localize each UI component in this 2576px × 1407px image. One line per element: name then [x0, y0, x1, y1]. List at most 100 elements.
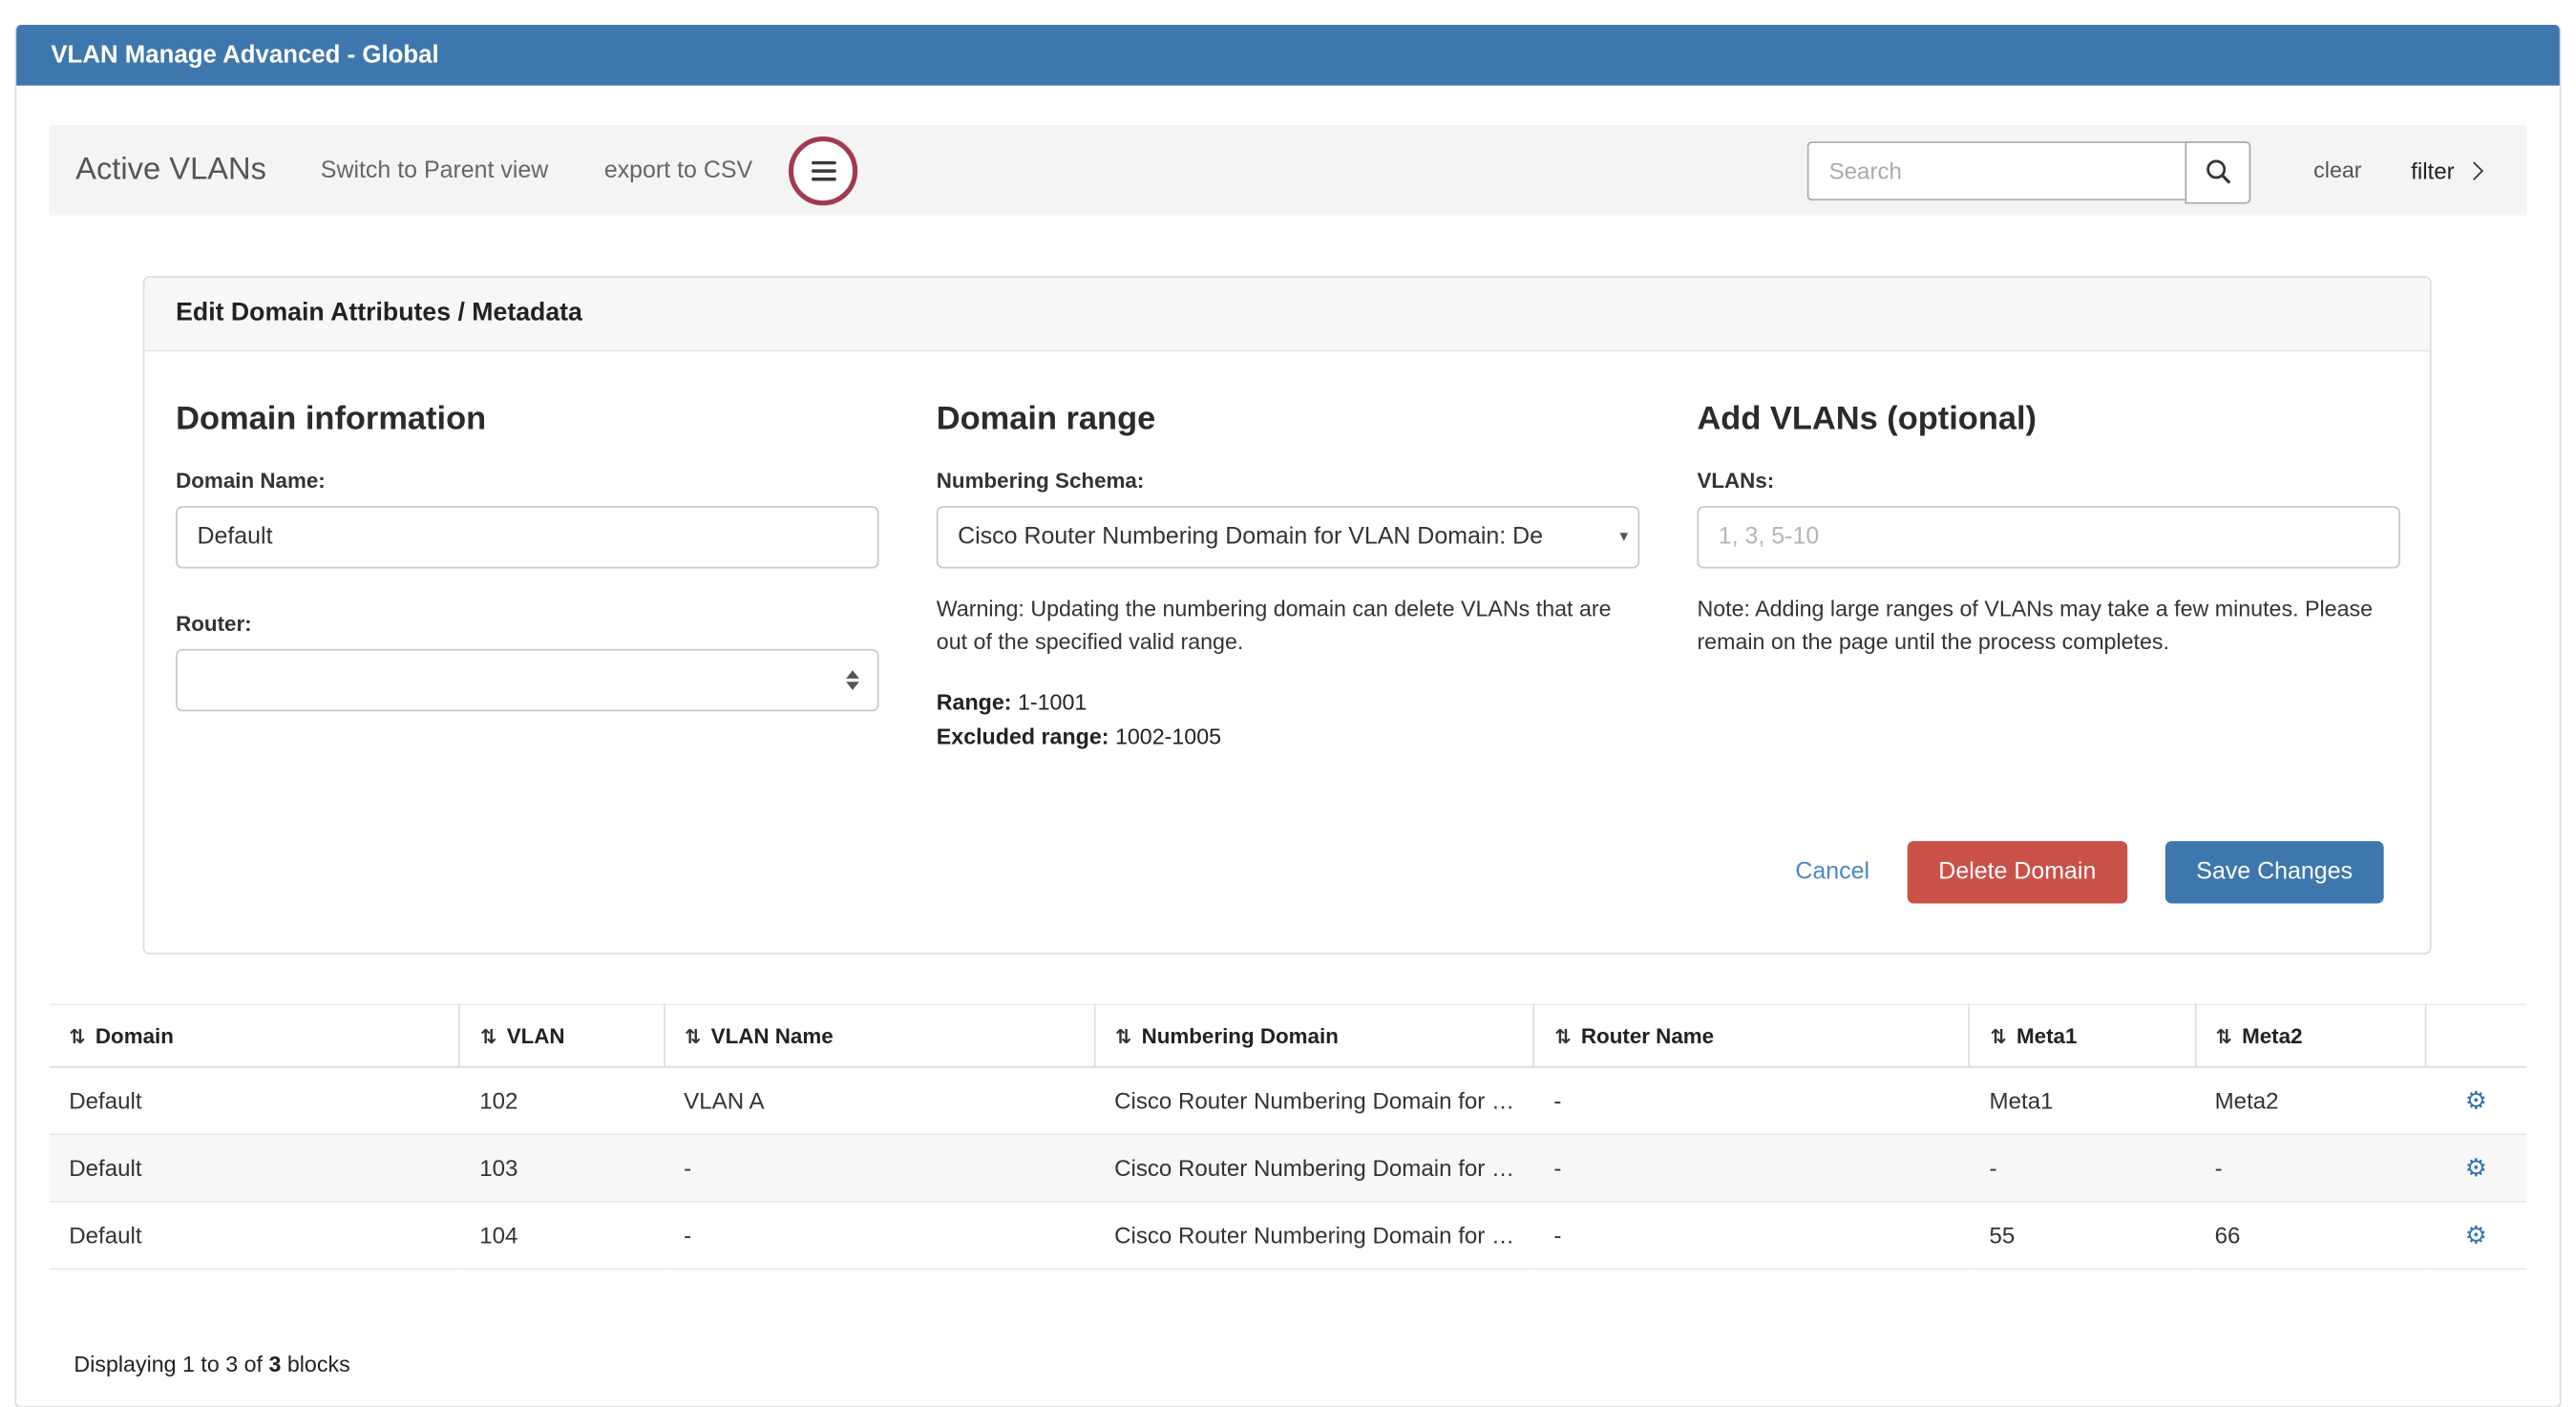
- card-body: Active VLANs Switch to Parent view expor…: [16, 86, 2560, 1406]
- column-label: Numbering Domain: [1142, 1023, 1339, 1048]
- export-to-csv-link[interactable]: export to CSV: [604, 158, 752, 184]
- cell-meta2: -: [2195, 1134, 2425, 1202]
- cell-numbering-domain: Cisco Router Numbering Domain for …: [1094, 1201, 1533, 1269]
- numbering-warning-text: Warning: Updating the numbering domain c…: [937, 593, 1639, 660]
- page-title: Active VLANs: [75, 152, 266, 188]
- cell-numbering-domain: Cisco Router Numbering Domain for …: [1094, 1134, 1533, 1202]
- cell-domain: Default: [50, 1201, 460, 1269]
- numbering-schema-select[interactable]: Cisco Router Numbering Domain for VLAN D…: [937, 506, 1639, 568]
- column-header-vlan[interactable]: ⇅ VLAN: [460, 1004, 665, 1066]
- column-label: Router Name: [1581, 1023, 1714, 1048]
- cell-vlan: 103: [460, 1134, 665, 1202]
- sort-icon: ⇅: [69, 1024, 85, 1047]
- column-label: Meta2: [2242, 1023, 2302, 1048]
- vlans-field[interactable]: [1697, 506, 2399, 568]
- page: VLAN Manage Advanced - Global Active VLA…: [0, 25, 2576, 1378]
- gear-icon[interactable]: ⚙: [2465, 1087, 2487, 1115]
- toolbar: Active VLANs Switch to Parent view expor…: [50, 125, 2527, 216]
- sort-icon: ⇅: [2215, 1024, 2231, 1047]
- numbering-schema-value: Cisco Router Numbering Domain for VLAN D…: [958, 524, 1569, 551]
- domain-information-heading: Domain information: [176, 401, 878, 439]
- router-label: Router:: [176, 611, 878, 636]
- cell-meta2: Meta2: [2195, 1066, 2425, 1134]
- range-value: 1-1001: [1012, 689, 1087, 714]
- column-header-router-name[interactable]: ⇅ Router Name: [1534, 1004, 1970, 1066]
- column-header-meta2[interactable]: ⇅ Meta2: [2195, 1004, 2425, 1066]
- range-line: Range: 1-1001: [937, 684, 1639, 720]
- vlans-table: ⇅ Domain ⇅ VLAN ⇅ VLAN Name ⇅ Numbering Doma…: [50, 1003, 2527, 1270]
- search-button[interactable]: [2185, 140, 2251, 202]
- numbering-schema-label: Numbering Schema:: [937, 469, 1639, 494]
- select-stepper-icon: [846, 670, 859, 690]
- cell-meta2: 66: [2195, 1201, 2425, 1269]
- column-label: Meta1: [2016, 1023, 2077, 1048]
- cell-meta1: Meta1: [1970, 1066, 2195, 1134]
- cell-domain: Default: [50, 1066, 460, 1134]
- column-header-vlan-name[interactable]: ⇅ VLAN Name: [665, 1004, 1095, 1066]
- add-vlans-heading: Add VLANs (optional): [1697, 401, 2399, 439]
- vlans-note-text: Note: Adding large ranges of VLANs may t…: [1697, 593, 2399, 660]
- column-header-meta1[interactable]: ⇅ Meta1: [1970, 1004, 2195, 1066]
- filter-link[interactable]: filter: [2411, 158, 2481, 184]
- excluded-range-value: 1002-1005: [1109, 724, 1221, 749]
- sort-icon: ⇅: [1990, 1024, 2006, 1047]
- column-header-numbering-domain[interactable]: ⇅ Numbering Domain: [1094, 1004, 1533, 1066]
- footer-prefix: Displaying 1 to 3 of: [74, 1352, 268, 1376]
- panel-actions: Cancel Delete Domain Save Changes: [176, 841, 2398, 903]
- cell-numbering-domain: Cisco Router Numbering Domain for …: [1094, 1066, 1533, 1134]
- domain-name-field[interactable]: [176, 506, 878, 568]
- sort-icon: ⇅: [1554, 1024, 1571, 1047]
- gear-icon[interactable]: ⚙: [2465, 1222, 2487, 1250]
- sort-icon: ⇅: [480, 1024, 496, 1047]
- column-header-actions: [2425, 1004, 2526, 1066]
- cell-vlan: 104: [460, 1201, 665, 1269]
- gear-icon[interactable]: ⚙: [2465, 1154, 2487, 1182]
- cell-vlan: 102: [460, 1066, 665, 1134]
- footer-suffix: blocks: [281, 1352, 349, 1376]
- column-label: Domain: [95, 1023, 174, 1048]
- cell-router-name: -: [1534, 1134, 1970, 1202]
- domain-information-section: Domain information Domain Name: Router:: [176, 391, 878, 755]
- excluded-range-label: Excluded range:: [937, 724, 1109, 749]
- sort-icon: ⇅: [685, 1024, 701, 1047]
- range-info: Range: 1-1001 Excluded range: 1002-1005: [937, 684, 1639, 755]
- table-row: Default 102 VLAN A Cisco Router Numberin…: [50, 1066, 2527, 1134]
- delete-domain-button[interactable]: Delete Domain: [1908, 841, 2127, 903]
- cell-vlan-name: -: [665, 1134, 1095, 1202]
- column-label: VLAN: [507, 1023, 565, 1048]
- column-label: VLAN Name: [711, 1023, 834, 1048]
- cell-router-name: -: [1534, 1201, 1970, 1269]
- edit-domain-columns: Domain information Domain Name: Router:: [176, 391, 2398, 755]
- filter-label: filter: [2411, 158, 2455, 184]
- table-footer: Displaying 1 to 3 of 3 blocks: [74, 1352, 2526, 1406]
- main-card: VLAN Manage Advanced - Global Active VLA…: [14, 25, 2561, 1407]
- save-changes-button[interactable]: Save Changes: [2165, 841, 2384, 903]
- vlans-label: VLANs:: [1697, 469, 2399, 494]
- table-body: Default 102 VLAN A Cisco Router Numberin…: [50, 1066, 2527, 1269]
- edit-domain-panel-title: Edit Domain Attributes / Metadata: [144, 278, 2429, 351]
- edit-domain-panel-body: Domain information Domain Name: Router:: [144, 351, 2429, 952]
- footer-total: 3: [268, 1352, 281, 1376]
- domain-range-section: Domain range Numbering Schema: Cisco Rou…: [937, 391, 1639, 755]
- chevron-right-icon: [2465, 161, 2483, 179]
- cell-vlan-name: VLAN A: [665, 1066, 1095, 1134]
- edit-domain-panel: Edit Domain Attributes / Metadata Domain…: [143, 276, 2432, 954]
- hamburger-menu-icon[interactable]: [789, 136, 857, 204]
- switch-to-parent-view-link[interactable]: Switch to Parent view: [321, 158, 549, 184]
- search-input[interactable]: [1807, 140, 2185, 200]
- search-group: [1807, 140, 2251, 200]
- table-row: Default 104 - Cisco Router Numbering Dom…: [50, 1201, 2527, 1269]
- cancel-button[interactable]: Cancel: [1795, 859, 1869, 886]
- cell-router-name: -: [1534, 1066, 1970, 1134]
- sort-icon: ⇅: [1115, 1024, 1131, 1047]
- cell-meta1: -: [1970, 1134, 2195, 1202]
- cell-vlan-name: -: [665, 1201, 1095, 1269]
- column-header-domain[interactable]: ⇅ Domain: [50, 1004, 460, 1066]
- table-row: Default 103 - Cisco Router Numbering Dom…: [50, 1134, 2527, 1202]
- router-select[interactable]: [176, 649, 878, 711]
- add-vlans-section: Add VLANs (optional) VLANs: Note: Adding…: [1697, 391, 2399, 755]
- domain-range-heading: Domain range: [937, 401, 1639, 439]
- domain-name-label: Domain Name:: [176, 469, 878, 494]
- cell-domain: Default: [50, 1134, 460, 1202]
- clear-link[interactable]: clear: [2313, 158, 2361, 182]
